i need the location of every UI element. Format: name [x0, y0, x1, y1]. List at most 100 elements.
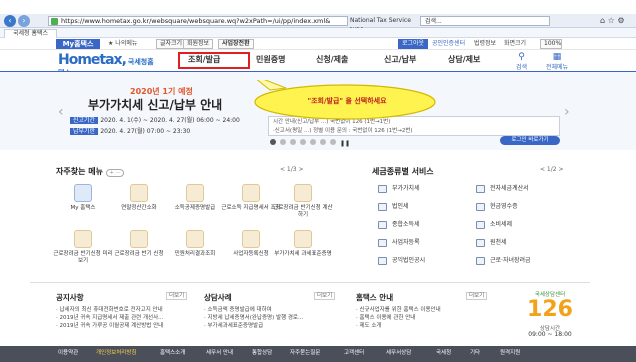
banner-dot[interactable]	[270, 139, 276, 145]
list-item[interactable]: · 납세자의 최신 휴대전화번호로 전자고지 안내	[56, 306, 186, 314]
tax-item-label: 법인세	[392, 203, 409, 210]
quick-item-label: 연말정산간소화	[121, 205, 157, 211]
tax-item[interactable]: 원천세	[476, 238, 507, 248]
banner-pagination[interactable]: ❚❚	[270, 139, 350, 147]
tax-item[interactable]: 부가가치세	[378, 184, 420, 194]
quick-item-label: 부가가치세 과세표준증명	[274, 251, 332, 257]
tax-item[interactable]: 공익법인공시	[378, 256, 425, 266]
banner-dot[interactable]	[300, 139, 306, 145]
list-item[interactable]: · 소득금액 증명발급에 대하여	[204, 306, 334, 314]
family-icon	[476, 256, 485, 265]
quick-item-label: 근로장려금 반기신청 미리보기	[53, 251, 113, 264]
tax-item[interactable]: 전자세금계산서	[476, 184, 529, 194]
business-switch-button[interactable]: 사업장전환	[218, 39, 254, 49]
search-button[interactable]: ⚲ 검색	[516, 52, 527, 71]
footer-link[interactable]: 개인정보처리방침	[96, 349, 136, 357]
list-item[interactable]: · 2019년 귀속 가루공 이월공제 계산방법 안내	[56, 322, 186, 330]
list-item[interactable]: · 2019년 귀속 지급명세서 제출 관련 개선사...	[56, 314, 186, 322]
footer-link[interactable]: 세무서상담	[386, 349, 411, 357]
tax-services-pager[interactable]: < 1/2 >	[540, 166, 564, 173]
quick-item[interactable]: 민원처리결과조회	[164, 230, 226, 258]
withholding-icon	[476, 238, 485, 247]
list-item[interactable]: · 홈택스 이용에 관한 안내	[356, 314, 486, 322]
tax-item[interactable]: 종합소득세	[378, 220, 420, 230]
my-hometax-tab[interactable]: My홈택스	[56, 39, 100, 49]
banner-next-icon[interactable]: ›	[564, 104, 570, 120]
my-menu-link[interactable]: ★ 나의메뉴	[108, 39, 137, 49]
certificate-icon	[186, 184, 204, 202]
address-bar: ‹ › https://www.hometax.go.kr/websquare/…	[0, 14, 636, 34]
tax-item[interactable]: 현금영수증	[476, 202, 518, 212]
tax-item[interactable]: 법인세	[378, 202, 409, 212]
footer-link[interactable]: 통합상담	[252, 349, 272, 357]
tax-item-label: 부가가치세	[392, 185, 420, 192]
quick-item[interactable]: 부가가치세 과세표준증명	[272, 230, 334, 258]
banner-dot[interactable]	[290, 139, 296, 145]
cert-center-link[interactable]: 공인인증센터	[432, 39, 465, 49]
banner-dot[interactable]	[280, 139, 286, 145]
list-item[interactable]: · 신규사업자를 위한 홈택스 이용안내	[356, 306, 486, 314]
menu-item-application[interactable]: 신청/제출	[316, 54, 348, 65]
all-menu-button[interactable]: ▦ 전체메뉴	[546, 52, 568, 71]
banner-dot[interactable]	[310, 139, 316, 145]
logout-button[interactable]: 로그아웃	[398, 39, 429, 49]
menu-item-certificates[interactable]: 민원증명	[256, 54, 285, 65]
zoom-select[interactable]: 100%	[540, 39, 562, 49]
tax-item[interactable]: 소비세제	[476, 220, 512, 230]
quick-item[interactable]: 근로장려금 반기신청 계산하기	[272, 184, 334, 219]
banner-dot[interactable]	[330, 139, 336, 145]
my-menu-label: 나의메뉴	[115, 40, 138, 47]
quick-item-label: 근로장려금 반기신청 계산하기	[273, 205, 333, 218]
quick-item[interactable]: 연말정산간소화	[108, 184, 170, 212]
footer-link[interactable]: 고객센터	[344, 349, 364, 357]
quick-item[interactable]: 근로장려금 반기신청 미리보기	[52, 230, 114, 265]
quick-menu-pager[interactable]: < 1/3 >	[280, 166, 304, 173]
menu-item-consult[interactable]: 상담/제보	[448, 54, 480, 65]
footer-link[interactable]: 자주묻는질문	[290, 349, 320, 357]
tax-item[interactable]: 근로·자녀장려금	[476, 256, 531, 266]
consumption-icon	[476, 220, 485, 229]
browser-tab[interactable]: 국세청 홈택스	[4, 29, 58, 38]
window-controls-icon[interactable]: ⌂ ☆ ⚙	[600, 16, 625, 25]
url-input[interactable]: https://www.hometax.go.kr/websquare/webs…	[48, 16, 348, 26]
member-info-button[interactable]: 회원정보	[183, 39, 214, 49]
quick-item[interactable]: 근로장려금 반기 신청	[108, 230, 170, 258]
screen-size-link[interactable]: 화면크기	[504, 39, 526, 49]
list-item[interactable]: · 제도 소개	[356, 322, 486, 330]
footer-link[interactable]: 이용약관	[58, 349, 78, 357]
law-info-link[interactable]: 법령정보	[474, 39, 496, 49]
certificate-label[interactable]: National Tax Service [KR]	[350, 16, 420, 34]
quick-item[interactable]: My 홈택스	[52, 184, 114, 212]
footer-link[interactable]: 세무서 안내	[206, 349, 233, 357]
quick-menu-title-text: 자주찾는 메뉴	[56, 167, 103, 176]
footer-link[interactable]: 홈택스소개	[160, 349, 185, 357]
notice-list: · 납세자의 최신 휴대전화번호로 전자고지 안내 · 2019년 귀속 지급명…	[56, 306, 186, 330]
banner-dot[interactable]	[320, 139, 326, 145]
tax-item[interactable]: 사업자등록	[378, 238, 420, 248]
case-more-button[interactable]: 더보기	[314, 292, 336, 300]
footer-link[interactable]: 기타	[470, 349, 480, 357]
browser-search-input[interactable]: 검색...	[420, 16, 550, 26]
list-item[interactable]: · 지방세 납세증명서(완납증명) 발행 경로...	[204, 314, 334, 322]
forward-icon[interactable]: ›	[18, 15, 30, 27]
case-list: · 소득금액 증명발급에 대하여 · 지방세 납세증명서(완납증명) 발행 경로…	[204, 306, 334, 330]
tax-item-label: 근로·자녀장려금	[490, 257, 531, 264]
quick-menu-title: 자주찾는 메뉴 + ···	[56, 166, 125, 177]
pause-icon[interactable]: ❚❚	[340, 140, 350, 147]
hometax-logo[interactable]: Hometax,국세청홈택스	[58, 52, 158, 77]
footer-link[interactable]: 원격지원	[500, 349, 520, 357]
corporate-icon	[378, 202, 387, 211]
menu-item-filing[interactable]: 신고/납부	[384, 54, 416, 65]
list-item[interactable]: · 부가세과세표준증명발급	[204, 322, 334, 330]
back-icon[interactable]: ‹	[4, 15, 16, 27]
hometax-info-more-button[interactable]: 더보기	[466, 292, 488, 300]
tax-item-label: 현금영수증	[490, 203, 518, 210]
banner-prev-icon[interactable]: ‹	[58, 104, 64, 120]
notice-more-button[interactable]: 더보기	[166, 292, 188, 300]
statement-icon	[242, 184, 260, 202]
quick-menu-add-icon[interactable]: + ···	[105, 169, 125, 177]
font-size-button[interactable]: 글자크기	[156, 39, 187, 49]
footer-link[interactable]: 국세청	[436, 349, 451, 357]
quick-item[interactable]: 소득공제증명발급	[164, 184, 226, 212]
login-shortcut-button[interactable]: 로그인 바로가기	[500, 136, 560, 145]
